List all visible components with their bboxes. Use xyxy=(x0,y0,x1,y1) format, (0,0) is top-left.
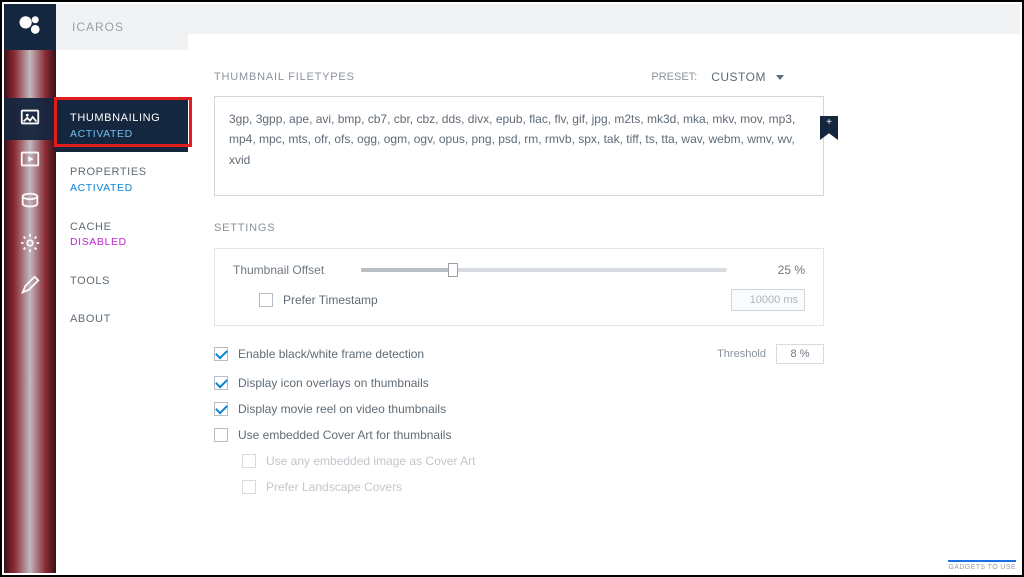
thumbnail-offset-label: Thumbnail Offset xyxy=(233,263,343,277)
threshold-label: Threshold xyxy=(717,348,766,360)
app-name: ICAROS xyxy=(56,4,188,50)
prefer-timestamp-checkbox[interactable] xyxy=(259,293,273,307)
threshold-input[interactable]: 8 % xyxy=(776,344,824,364)
rail-properties[interactable] xyxy=(4,140,56,182)
preset-dropdown[interactable]: CUSTOM xyxy=(711,70,784,84)
rail-cache[interactable] xyxy=(4,182,56,224)
sidebar-item-label: TOOLS xyxy=(70,273,174,290)
any-embedded-label: Use any embedded image as Cover Art xyxy=(266,454,475,468)
image-icon xyxy=(19,106,41,133)
bw-detection-label: Enable black/white frame detection xyxy=(238,347,424,361)
slider-thumb[interactable] xyxy=(448,263,458,277)
sidebar-item-label: ABOUT xyxy=(70,311,174,328)
rail-tools[interactable] xyxy=(4,224,56,266)
icon-overlays-label: Display icon overlays on thumbnails xyxy=(238,376,429,390)
rail-about[interactable] xyxy=(4,266,56,308)
brush-icon xyxy=(19,274,41,301)
logo-tile xyxy=(4,4,56,50)
sidebar-item-cache[interactable]: CACHE DISABLED xyxy=(56,207,188,261)
thumbnail-offset-value: 25 % xyxy=(759,263,805,277)
chevron-down-icon xyxy=(776,75,784,80)
preset-value: CUSTOM xyxy=(711,70,766,84)
cover-art-checkbox[interactable] xyxy=(214,428,228,442)
thumbnail-offset-slider[interactable] xyxy=(361,268,727,272)
preset-label: PRESET: xyxy=(651,71,697,83)
icon-rail xyxy=(4,4,56,573)
sidebar-item-label: CACHE xyxy=(70,219,174,236)
movie-reel-label: Display movie reel on video thumbnails xyxy=(238,402,446,416)
movie-reel-checkbox[interactable] xyxy=(214,402,228,416)
sidebar-item-label: THUMBNAILING xyxy=(70,110,174,127)
filetypes-textarea[interactable]: 3gp, 3gpp, ape, avi, bmp, cb7, cbr, cbz,… xyxy=(214,96,824,196)
gear-icon xyxy=(19,232,41,259)
icon-overlays-checkbox[interactable] xyxy=(214,376,228,390)
sidebar-item-status: DISABLED xyxy=(70,235,174,251)
settings-heading: SETTINGS xyxy=(214,222,994,234)
bookmark-add-button[interactable]: + xyxy=(820,116,838,140)
sidebar-item-about[interactable]: ABOUT xyxy=(56,299,188,338)
sidebar: ICAROS THUMBNAILING ACTIVATED PROPERTIES… xyxy=(56,4,188,573)
sidebar-item-properties[interactable]: PROPERTIES ACTIVATED xyxy=(56,152,188,206)
prefer-timestamp-input[interactable]: 10000 ms xyxy=(731,289,805,311)
app-logo-icon xyxy=(16,11,44,44)
prefer-timestamp-label: Prefer Timestamp xyxy=(283,293,378,307)
header-strip xyxy=(188,4,1020,34)
play-icon xyxy=(19,148,41,175)
sidebar-item-status: ACTIVATED xyxy=(70,127,174,143)
filetypes-heading: THUMBNAIL FILETYPES xyxy=(214,71,355,83)
disk-icon xyxy=(19,190,41,217)
watermark: GADGETS TO USE xyxy=(948,560,1016,571)
sidebar-item-label: PROPERTIES xyxy=(70,164,174,181)
settings-panel: Thumbnail Offset 25 % Prefer Timestamp 1… xyxy=(214,248,824,326)
sidebar-item-status: ACTIVATED xyxy=(70,181,174,197)
landscape-covers-label: Prefer Landscape Covers xyxy=(266,480,402,494)
landscape-covers-checkbox[interactable] xyxy=(242,480,256,494)
any-embedded-checkbox[interactable] xyxy=(242,454,256,468)
bw-detection-checkbox[interactable] xyxy=(214,347,228,361)
cover-art-label: Use embedded Cover Art for thumbnails xyxy=(238,428,451,442)
main-panel: THUMBNAIL FILETYPES PRESET: CUSTOM 3gp, … xyxy=(188,4,1020,573)
sidebar-item-thumbnailing[interactable]: THUMBNAILING ACTIVATED xyxy=(56,98,188,152)
rail-thumbnailing[interactable] xyxy=(4,98,56,140)
sidebar-item-tools[interactable]: TOOLS xyxy=(56,261,188,300)
